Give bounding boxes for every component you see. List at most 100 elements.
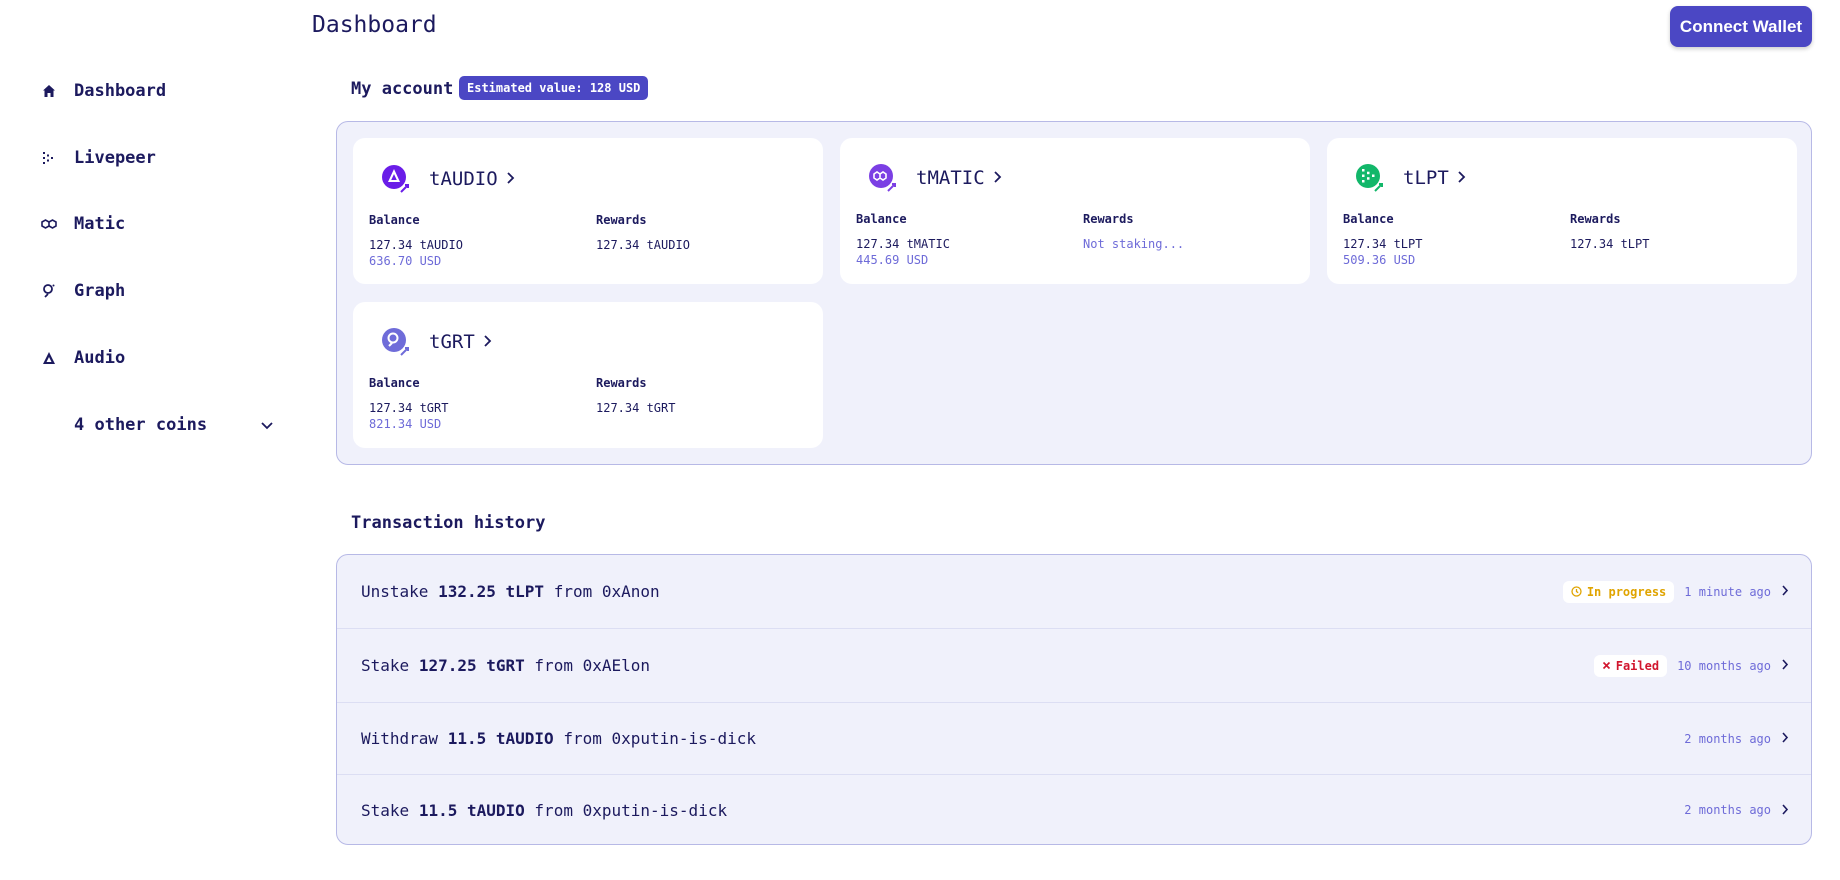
tx-meta: In progress 1 minute ago xyxy=(1562,580,1789,603)
balance-value: 127.34 tGRT xyxy=(369,401,449,415)
tx-from: from xyxy=(553,582,593,601)
tx-time: 1 minute ago xyxy=(1684,584,1771,599)
balance-usd: 509.36 USD xyxy=(1343,253,1416,267)
tx-description: Withdraw 11.5 tAUDIO from 0xputin-is-dic… xyxy=(361,729,756,748)
coin-link-tlpt[interactable]: tLPT xyxy=(1355,163,1466,193)
tx-action: Unstake xyxy=(361,582,429,601)
graph-coin-icon xyxy=(381,327,411,357)
sidebar-more-coins[interactable]: 4 other coins xyxy=(74,405,274,445)
home-icon xyxy=(40,82,58,100)
chevron-right-icon xyxy=(506,170,515,189)
coin-name: tLPT xyxy=(1403,167,1449,189)
status-badge: Failed xyxy=(1593,654,1668,677)
coin-card-tmatic: tMATIC Balance 127.34 tMATIC 445.69 USD … xyxy=(840,138,1310,284)
rewards-column: Rewards 127.34 tAUDIO xyxy=(596,213,690,253)
balance-column: Balance 127.34 tLPT 509.36 USD xyxy=(1343,212,1422,268)
matic-coin-icon xyxy=(868,163,898,193)
sidebar: Dashboard Livepeer Matic Graph Audio 4 o… xyxy=(0,0,300,880)
tx-meta: Failed 10 months ago xyxy=(1593,654,1789,677)
audio-coin-icon xyxy=(381,164,411,194)
account-panel: tAUDIO Balance 127.34 tAUDIO 636.70 USD … xyxy=(336,121,1812,465)
tx-address: 0xputin-is-dick xyxy=(611,729,756,748)
sidebar-item-label: Livepeer xyxy=(74,148,156,168)
tx-description: Stake 127.25 tGRT from 0xAElon xyxy=(361,656,650,675)
tx-meta: 2 months ago xyxy=(1684,801,1789,820)
coin-card-tgrt: tGRT Balance 127.34 tGRT 821.34 USD Rewa… xyxy=(353,302,823,448)
sidebar-item-label: Audio xyxy=(74,348,126,368)
sidebar-item-label: Graph xyxy=(74,281,126,301)
graph-icon xyxy=(40,282,58,300)
connect-wallet-button[interactable]: Connect Wallet xyxy=(1670,6,1812,47)
balance-usd: 636.70 USD xyxy=(369,254,442,268)
audio-icon xyxy=(40,349,58,367)
balance-column: Balance 127.34 tAUDIO 636.70 USD xyxy=(369,213,463,269)
balance-usd: 821.34 USD xyxy=(369,417,442,431)
sidebar-item-label: Matic xyxy=(74,214,126,234)
rewards-column: Rewards 127.34 tGRT xyxy=(596,376,675,416)
coin-link-tgrt[interactable]: tGRT xyxy=(381,327,492,357)
chevron-right-icon xyxy=(1457,169,1466,188)
table-row[interactable]: Unstake 132.25 tLPT from 0xAnon In progr… xyxy=(337,555,1811,629)
rewards-value: 127.34 tAUDIO xyxy=(596,238,690,252)
tx-address: 0xAElon xyxy=(582,656,651,675)
rewards-label: Rewards xyxy=(596,213,647,227)
sidebar-item-dashboard[interactable]: Dashboard xyxy=(40,71,166,111)
coin-card-taudio: tAUDIO Balance 127.34 tAUDIO 636.70 USD … xyxy=(353,138,823,284)
balance-label: Balance xyxy=(369,213,420,227)
chevron-right-icon xyxy=(1781,582,1789,601)
table-row[interactable]: Stake 127.25 tGRT from 0xAElon Failed 10… xyxy=(337,629,1811,703)
sidebar-item-livepeer[interactable]: Livepeer xyxy=(40,138,156,178)
tx-address: 0xputin-is-dick xyxy=(582,800,728,820)
table-row[interactable]: Withdraw 11.5 tAUDIO from 0xputin-is-dic… xyxy=(337,703,1811,775)
coin-link-taudio[interactable]: tAUDIO xyxy=(381,164,515,194)
coin-name: tGRT xyxy=(429,331,475,353)
chevron-right-icon xyxy=(993,169,1002,188)
rewards-value: 127.34 tGRT xyxy=(596,401,676,415)
balance-column: Balance 127.34 tGRT 821.34 USD xyxy=(369,376,448,432)
tx-meta: 2 months ago xyxy=(1684,729,1789,748)
sidebar-item-graph[interactable]: Graph xyxy=(40,271,125,311)
estimated-value-badge: Estimated value: 128 USD xyxy=(459,76,649,100)
rewards-value: Not staking... xyxy=(1083,237,1185,251)
tx-amount: 11.5 tAUDIO xyxy=(447,729,554,748)
tx-action: Stake xyxy=(361,656,410,675)
rewards-label: Rewards xyxy=(1570,212,1621,226)
coin-name: tMATIC xyxy=(916,167,985,189)
tx-amount: 132.25 tLPT xyxy=(438,582,545,601)
sidebar-item-audio[interactable]: Audio xyxy=(40,338,125,378)
tx-time: 10 months ago xyxy=(1677,658,1771,673)
balance-usd: 445.69 USD xyxy=(856,253,929,267)
coin-card-tlpt: tLPT Balance 127.34 tLPT 509.36 USD Rewa… xyxy=(1327,138,1797,284)
status-text: Failed xyxy=(1615,658,1660,673)
balance-value: 127.34 tAUDIO xyxy=(369,238,463,252)
tx-amount: 11.5 tAUDIO xyxy=(418,800,525,820)
sidebar-item-matic[interactable]: Matic xyxy=(40,204,125,244)
rewards-column: Rewards Not staking... xyxy=(1083,212,1184,252)
balance-label: Balance xyxy=(369,376,420,390)
table-row[interactable]: Stake 11.5 tAUDIO from 0xputin-is-dick 2… xyxy=(337,775,1811,844)
rewards-value: 127.34 tLPT xyxy=(1570,237,1650,251)
clock-icon xyxy=(1571,586,1582,597)
tx-description: Unstake 132.25 tLPT from 0xAnon xyxy=(361,582,660,601)
chevron-right-icon xyxy=(1781,656,1789,675)
rewards-column: Rewards 127.34 tLPT xyxy=(1570,212,1649,252)
chevron-down-icon xyxy=(260,416,274,435)
balance-label: Balance xyxy=(1343,212,1394,226)
status-badge: In progress xyxy=(1562,580,1675,603)
balance-value: 127.34 tLPT xyxy=(1343,237,1423,251)
tx-from: from xyxy=(563,729,602,748)
chevron-right-icon xyxy=(1781,729,1789,748)
tx-action: Withdraw xyxy=(361,729,439,748)
chevron-right-icon xyxy=(1781,801,1789,820)
balance-label: Balance xyxy=(856,212,907,226)
close-icon xyxy=(1602,661,1610,670)
tx-amount: 127.25 tGRT xyxy=(418,656,525,675)
transactions-panel: Unstake 132.25 tLPT from 0xAnon In progr… xyxy=(336,554,1812,845)
tx-address: 0xAnon xyxy=(601,582,660,601)
coin-link-tmatic[interactable]: tMATIC xyxy=(868,163,1002,193)
rewards-label: Rewards xyxy=(1083,212,1134,226)
tx-action: Stake xyxy=(361,800,410,820)
coin-name: tAUDIO xyxy=(429,168,498,190)
tx-description: Stake 11.5 tAUDIO from 0xputin-is-dick xyxy=(361,801,727,820)
chevron-right-icon xyxy=(483,333,492,352)
